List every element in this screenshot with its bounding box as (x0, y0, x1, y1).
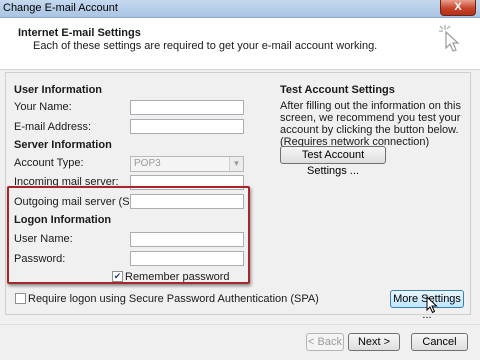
cursor-click-icon (439, 25, 460, 52)
test-account-settings-button[interactable]: Test Account Settings ... (280, 146, 386, 177)
your-name-label: Your Name: (14, 101, 72, 113)
header-panel: Internet E-mail Settings Each of these s… (0, 18, 480, 70)
spa-label: Require logon using Secure Password Auth… (28, 293, 319, 305)
header-title: Internet E-mail Settings (18, 27, 141, 39)
highlight-box (7, 186, 250, 284)
back-button[interactable]: < Back (306, 333, 344, 351)
header-subtitle: Each of these settings are required to g… (33, 40, 378, 52)
account-type-select[interactable]: POP3 ▼ (130, 156, 244, 172)
footer-divider (0, 324, 480, 325)
chevron-down-icon: ▼ (229, 157, 243, 171)
cancel-button[interactable]: Cancel (411, 333, 468, 351)
spa-checkbox[interactable] (15, 293, 26, 304)
mouse-pointer-icon (426, 296, 438, 314)
test-settings-title: Test Account Settings (280, 84, 395, 96)
email-field[interactable] (130, 119, 244, 134)
your-name-field[interactable] (130, 100, 244, 115)
window-title: Change E-mail Account (3, 2, 118, 14)
title-bar: Change E-mail Account X (0, 0, 480, 18)
account-type-label: Account Type: (14, 157, 84, 169)
test-settings-description: After filling out the information on thi… (280, 100, 461, 148)
next-button[interactable]: Next > (348, 333, 400, 351)
user-info-title: User Information (14, 84, 103, 96)
server-info-title: Server Information (14, 139, 112, 151)
close-button[interactable]: X (440, 0, 476, 16)
email-label: E-mail Address: (14, 121, 92, 133)
account-type-value: POP3 (134, 158, 161, 169)
